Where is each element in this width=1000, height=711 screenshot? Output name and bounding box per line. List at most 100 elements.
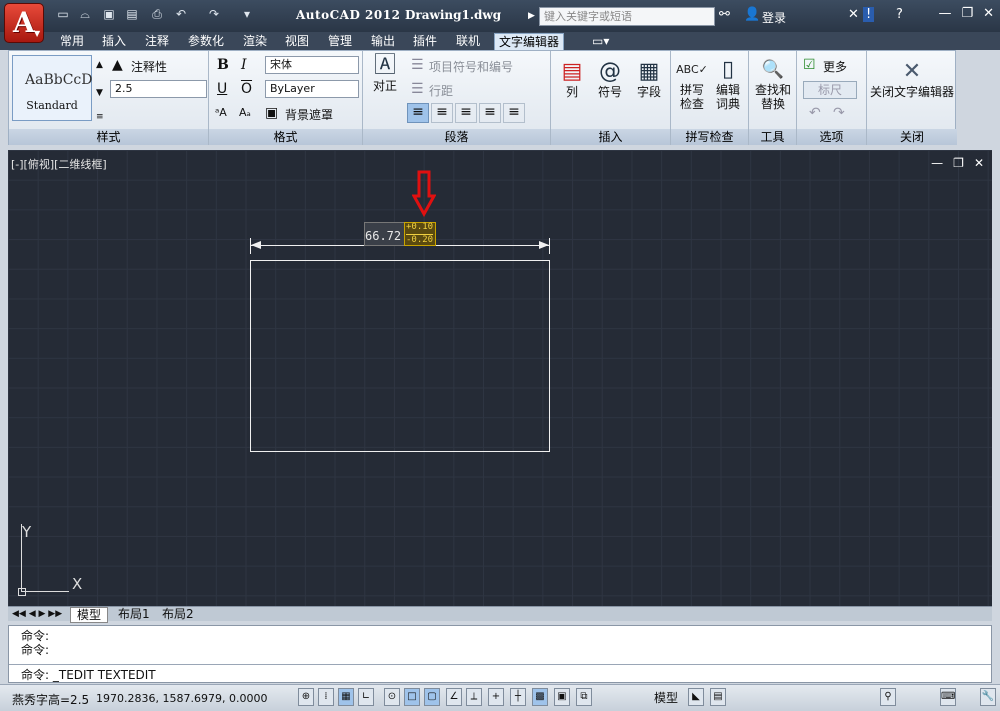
tab-model[interactable]: 模型 bbox=[70, 607, 109, 623]
tab-layout2[interactable]: 布局2 bbox=[158, 607, 198, 621]
undo-icon[interactable]: ↶ bbox=[174, 7, 188, 21]
tab-render[interactable]: 渲染 bbox=[243, 33, 267, 50]
annotation-visibility-icon[interactable]: ⚲ bbox=[880, 688, 896, 706]
keyboard-icon[interactable]: ⌨ bbox=[940, 688, 956, 706]
print-icon[interactable]: ⎙ bbox=[150, 7, 164, 21]
wrench-icon[interactable]: 🔧 bbox=[980, 688, 996, 706]
tab-home[interactable]: 常用 bbox=[60, 33, 84, 50]
rectangle-shape[interactable] bbox=[250, 260, 550, 452]
background-mask-button[interactable]: 背景遮罩 bbox=[285, 106, 333, 123]
oblique-icon[interactable]: Aₐ bbox=[239, 105, 251, 121]
restore-icon[interactable]: ❐ bbox=[961, 6, 973, 21]
close-text-editor-button[interactable]: ✕ 关闭文字编辑器 bbox=[867, 59, 957, 99]
save-as-icon[interactable]: ▤ bbox=[125, 7, 139, 21]
tab-manage[interactable]: 管理 bbox=[328, 33, 352, 50]
snap-icon[interactable]: ⁞ bbox=[318, 688, 334, 706]
more-options-button[interactable]: 更多 bbox=[823, 58, 847, 75]
command-input[interactable]: 命令: _TEDIT TEXTEDIT bbox=[21, 668, 156, 682]
layout-view-icon[interactable]: ◣ bbox=[688, 688, 704, 706]
model-space-button[interactable]: 模型 bbox=[654, 689, 678, 706]
align-left-icon[interactable]: ≡ bbox=[407, 103, 429, 123]
dim-arrow-right-icon bbox=[539, 241, 549, 249]
uppercase-icon[interactable]: ᵃA bbox=[215, 105, 227, 121]
tab-plugins[interactable]: 插件 bbox=[413, 33, 437, 50]
align-center-icon[interactable]: ≡ bbox=[431, 103, 453, 123]
ribbon-tabs: 常用 插入 注释 参数化 渲染 视图 管理 输出 插件 联机 文字编辑器 ▭▾ bbox=[0, 32, 1000, 50]
edit-dictionary-button[interactable]: ▯ 编辑 词典 bbox=[711, 57, 745, 111]
font-select[interactable]: 宋体 bbox=[265, 56, 359, 74]
qp-icon[interactable]: ▣ bbox=[554, 688, 570, 706]
vp-minimize-icon[interactable]: — bbox=[931, 156, 943, 170]
transparency-icon[interactable]: ▩ bbox=[532, 688, 548, 706]
tab-view[interactable]: 视图 bbox=[285, 33, 309, 50]
bullets-numbering-button[interactable]: 项目符号和编号 bbox=[429, 58, 513, 75]
line-spacing-button[interactable]: 行距 bbox=[429, 82, 453, 99]
underline-button[interactable]: U bbox=[217, 81, 227, 97]
spell-check-button[interactable]: ABC✓ 拼写 检查 bbox=[675, 57, 709, 111]
binoculars-icon[interactable]: ⚯ bbox=[719, 7, 730, 22]
align-right-icon[interactable]: ≡ bbox=[455, 103, 477, 123]
search-expand-icon[interactable]: ▶ bbox=[528, 11, 535, 21]
minimize-icon[interactable]: — bbox=[938, 6, 951, 21]
quick-access-dropdown-icon[interactable]: ▾ bbox=[240, 7, 254, 21]
lwt-icon[interactable]: ┼ bbox=[510, 688, 526, 706]
user-icon[interactable]: 👤 bbox=[744, 7, 760, 22]
exchange-icon[interactable]: ✕ bbox=[848, 7, 859, 22]
scroll-down-icon[interactable]: ▼ bbox=[96, 85, 103, 101]
find-replace-button[interactable]: 🔍 查找和 替换 bbox=[751, 57, 795, 111]
scroll-up-icon[interactable]: ▲ bbox=[96, 57, 103, 73]
tab-layout1[interactable]: 布局1 bbox=[114, 607, 154, 621]
infer-constraints-icon[interactable]: ⊕ bbox=[298, 688, 314, 706]
bold-button[interactable]: B bbox=[217, 57, 229, 73]
3d-osnap-icon[interactable]: ▢ bbox=[424, 688, 440, 706]
italic-button[interactable]: I bbox=[241, 57, 247, 73]
otrack-icon[interactable]: ∠ bbox=[446, 688, 462, 706]
tab-parametric[interactable]: 参数化 bbox=[188, 33, 224, 50]
redo-text-icon[interactable]: ↷ bbox=[833, 105, 845, 121]
field-button[interactable]: ▦ 字段 bbox=[631, 59, 667, 99]
vp-restore-icon[interactable]: ❐ bbox=[953, 156, 964, 170]
style-preview[interactable]: AaBbCcD Standard bbox=[12, 55, 92, 121]
osnap-icon[interactable]: □ bbox=[404, 688, 420, 706]
search-input[interactable]: 键入关键字或短语 bbox=[539, 7, 715, 26]
columns-button[interactable]: ▤ 列 bbox=[557, 59, 587, 99]
tab-nav-arrows-icon[interactable]: ◀◀ ◀ ▶ ▶▶ bbox=[12, 607, 62, 621]
columns-icon: ▤ bbox=[561, 59, 583, 84]
login-link[interactable]: 登录 bbox=[762, 9, 786, 26]
polar-icon[interactable]: ⊙ bbox=[384, 688, 400, 706]
redo-icon[interactable]: ↷ bbox=[207, 7, 221, 21]
tab-insert[interactable]: 插入 bbox=[102, 33, 126, 50]
drawing-viewport[interactable]: [-][俯视][二维线框] — ❐ ✕ 66.72 +0.10 -0.20 Y X bbox=[8, 150, 992, 608]
text-height-input[interactable]: 2.5 bbox=[110, 80, 207, 98]
ruler-button[interactable]: 标尺 bbox=[803, 81, 857, 99]
expand-styles-icon[interactable]: ≡ bbox=[96, 109, 104, 125]
new-file-icon[interactable]: ▭ bbox=[56, 7, 70, 21]
sc-icon[interactable]: ⧉ bbox=[576, 688, 592, 706]
save-icon[interactable]: ▣ bbox=[102, 7, 116, 21]
dyn-icon[interactable]: + bbox=[488, 688, 504, 706]
communication-center-icon[interactable]: ! bbox=[863, 7, 875, 22]
overline-button[interactable]: O bbox=[241, 81, 252, 97]
undo-text-icon[interactable]: ↶ bbox=[809, 105, 821, 121]
help-icon[interactable]: ? bbox=[896, 7, 903, 22]
color-select[interactable]: ByLayer bbox=[265, 80, 359, 98]
tab-annotate[interactable]: 注释 bbox=[145, 33, 169, 50]
tab-text-editor[interactable]: 文字编辑器 bbox=[494, 33, 565, 50]
close-window-icon[interactable]: ✕ bbox=[983, 6, 994, 21]
ducs-icon[interactable]: ⟂ bbox=[466, 688, 482, 706]
quick-view-icon[interactable]: ▤ bbox=[710, 688, 726, 706]
viewport-label[interactable]: [-][俯视][二维线框] bbox=[11, 156, 107, 172]
grid-icon[interactable]: ▦ bbox=[338, 688, 354, 706]
distribute-icon[interactable]: ≡ bbox=[503, 103, 525, 123]
tab-extra-icon[interactable]: ▭▾ bbox=[592, 33, 609, 50]
annotative-label[interactable]: 注释性 bbox=[131, 58, 167, 75]
justify-align-icon[interactable]: ≡ bbox=[479, 103, 501, 123]
justify-button[interactable]: 🄰 对正 bbox=[367, 53, 403, 93]
tab-online[interactable]: 联机 bbox=[456, 33, 480, 50]
symbol-button[interactable]: @ 符号 bbox=[593, 59, 627, 99]
tab-output[interactable]: 输出 bbox=[371, 33, 395, 50]
vp-close-icon[interactable]: ✕ bbox=[974, 156, 984, 170]
application-menu-button[interactable]: A ▼ bbox=[4, 3, 44, 43]
ortho-icon[interactable]: ∟ bbox=[358, 688, 374, 706]
open-file-icon[interactable]: ⌓ bbox=[78, 7, 92, 21]
